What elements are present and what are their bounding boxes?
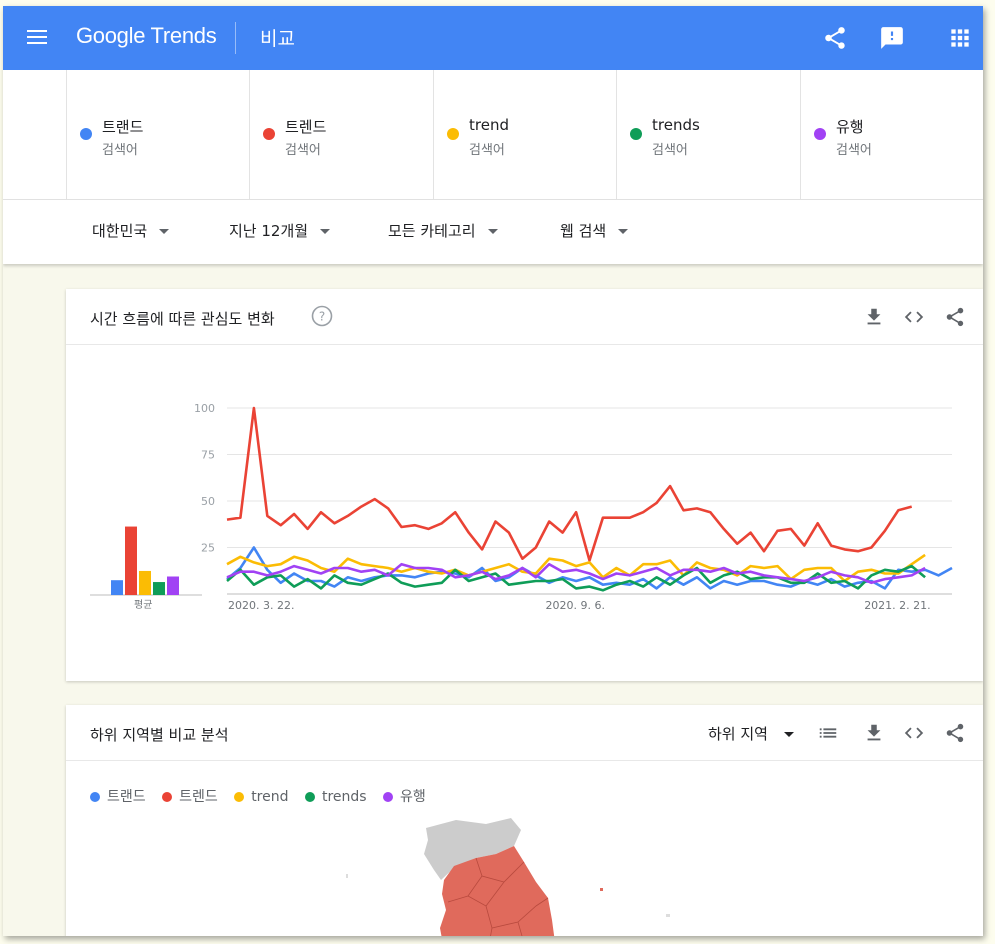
search-terms-bar: 트랜드 검색어 트렌드 검색어 trend 검색어 trends 검색어 유행 … (3, 70, 983, 200)
dropdown-arrow-icon (159, 229, 170, 234)
legend-label: trends (321, 789, 367, 805)
series-line-트렌드 (226, 406, 913, 562)
y-tick-label: 75 (201, 449, 215, 462)
share-icon[interactable] (944, 306, 966, 328)
island-marker (600, 888, 603, 891)
period-filter-label: 지난 12개월 (229, 222, 309, 240)
search-type-filter[interactable]: 웹 검색 (560, 220, 629, 241)
term-type-label: 검색어 (652, 143, 688, 158)
legend-item: 트렌드 (162, 786, 218, 806)
x-tick-label: 2020. 9. 6. (545, 599, 604, 612)
browser-frame: Google Trends 비교 트랜드 검색어 트렌드 검색어 trend 검… (3, 6, 983, 936)
menu-icon[interactable] (27, 30, 47, 46)
term-color-dot (80, 128, 92, 140)
term-name: trends (652, 116, 700, 134)
term-type-label: 검색어 (102, 143, 138, 158)
legend-label: trend (251, 789, 289, 805)
average-bar-trends (153, 582, 165, 595)
interest-line-chart: 100 75 50 25 2020. 3. 22. 2020. 9. 6. 2021. 2.… (90, 402, 953, 612)
legend-label: 트렌드 (179, 789, 218, 805)
region-filter-label: 대한민국 (92, 222, 148, 240)
page-title: 비교 (260, 28, 295, 50)
subregion-select-label: 하위 지역 (708, 725, 768, 743)
korea-region-map[interactable] (336, 810, 676, 936)
legend-dot (304, 792, 315, 802)
term-card-5[interactable]: 유행 검색어 (800, 70, 983, 199)
legend-label: 유행 (400, 789, 426, 805)
legend-item: trend (234, 789, 289, 805)
island-marker (666, 914, 670, 917)
legend-item: trends (304, 789, 367, 805)
term-card-1[interactable]: 트랜드 검색어 (66, 70, 250, 199)
legend-dot (90, 792, 100, 802)
average-bar-트렌드 (125, 526, 137, 595)
term-name: 트렌드 (285, 118, 327, 136)
region-filter[interactable]: 대한민국 (92, 220, 170, 241)
term-name: 유행 (836, 118, 864, 136)
term-card-4[interactable]: trends 검색어 (616, 70, 801, 199)
legend-dot (383, 792, 394, 802)
help-icon[interactable]: ? (311, 305, 333, 327)
dropdown-arrow-icon (783, 732, 794, 737)
term-name: 트랜드 (102, 118, 144, 136)
search-type-filter-label: 웹 검색 (560, 222, 607, 240)
feedback-icon[interactable] (879, 25, 905, 51)
legend-dot (162, 792, 173, 802)
average-bar-유행 (167, 576, 179, 595)
term-legend: 트랜드 트렌드 trend trends 유행 (90, 786, 438, 806)
interest-over-time-card: 시간 흐름에 따른 관심도 변화 ? 100 75 50 25 2020. 3. 22.… (66, 289, 983, 681)
svg-text:?: ? (319, 310, 325, 324)
y-tick-label: 25 (201, 542, 215, 555)
average-bar-trend (139, 570, 151, 595)
subregion-comparison-card: 하위 지역별 비교 분석 하위 지역 트랜드 트렌드 trend trends … (66, 705, 983, 936)
category-filter[interactable]: 모든 카테고리 (388, 220, 498, 241)
top-app-bar: Google Trends 비교 (3, 6, 983, 70)
share-icon[interactable] (822, 25, 848, 51)
term-card-3[interactable]: trend 검색어 (433, 70, 617, 199)
term-type-label: 검색어 (469, 143, 505, 158)
average-bar-트랜드 (111, 580, 123, 595)
download-icon[interactable] (863, 722, 885, 744)
embed-code-icon[interactable] (903, 306, 925, 328)
dropdown-arrow-icon (487, 229, 498, 234)
card-divider (66, 760, 983, 761)
download-icon[interactable] (863, 306, 885, 328)
list-view-icon[interactable] (817, 722, 839, 744)
term-color-dot (263, 128, 275, 140)
dropdown-arrow-icon (618, 229, 629, 234)
term-type-label: 검색어 (285, 143, 321, 158)
google-trends-logo[interactable]: Google Trends (76, 23, 217, 49)
apps-grid-icon[interactable] (947, 25, 973, 51)
term-name: trend (469, 116, 509, 134)
dropdown-arrow-icon (320, 229, 331, 234)
term-color-dot (630, 128, 642, 140)
filter-bar: 대한민국 지난 12개월 모든 카테고리 웹 검색 (3, 200, 983, 264)
share-icon[interactable] (944, 722, 966, 744)
average-label: 평균 (134, 600, 153, 611)
term-type-label: 검색어 (836, 143, 872, 158)
period-filter[interactable]: 지난 12개월 (229, 220, 331, 241)
x-tick-label: 2020. 3. 22. (228, 599, 294, 612)
island-marker (346, 874, 348, 878)
header-divider (235, 22, 236, 54)
legend-item: 유행 (383, 786, 426, 806)
x-tick-label: 2021. 2. 21. (864, 599, 930, 612)
y-tick-label: 100 (194, 402, 215, 415)
embed-code-icon[interactable] (903, 722, 925, 744)
term-color-dot (447, 128, 459, 140)
term-color-dot (814, 128, 826, 140)
term-card-2[interactable]: 트렌드 검색어 (249, 70, 434, 199)
card-title: 하위 지역별 비교 분석 (90, 726, 229, 744)
legend-label: 트랜드 (107, 789, 146, 805)
legend-dot (234, 792, 245, 802)
subregion-select[interactable]: 하위 지역 (708, 723, 794, 744)
card-title: 시간 흐름에 따른 관심도 변화 (90, 310, 275, 328)
y-tick-label: 50 (201, 495, 215, 508)
legend-item: 트랜드 (90, 786, 146, 806)
category-filter-label: 모든 카테고리 (388, 222, 476, 240)
